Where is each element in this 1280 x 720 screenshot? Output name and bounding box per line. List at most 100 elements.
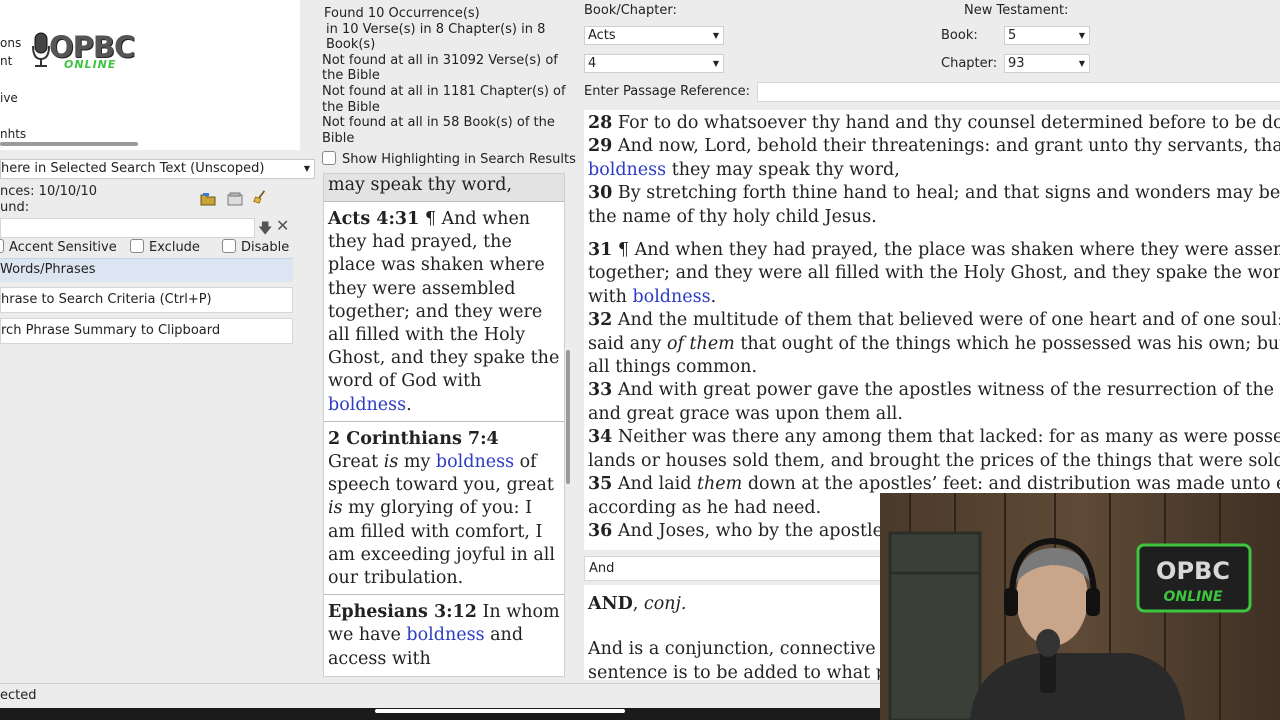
verse-text: they may speak thy word, [666,159,900,180]
result-text: . [406,394,412,415]
verse-line: 29 And now, Lord, behold their threateni… [588,135,1280,158]
search-summary: Found 10 Occurrence(s) in 10 Verse(s) in… [322,6,578,146]
result-text: my [398,452,436,473]
book-select[interactable]: Acts ▼ [584,26,724,45]
verse-text: By stretching forth thine hand to heal; … [617,183,1280,204]
search-phrase-input[interactable] [0,218,255,238]
verse-number[interactable]: 29 [588,136,612,156]
book-chapter-label: Book/Chapter: [584,3,677,18]
verse-number[interactable]: 32 [588,310,612,330]
verse-line: 28 For to do whatsoever thy hand and thy… [588,112,1280,135]
dictionary-headword: AND [588,594,633,614]
dropdown-arrow-icon: ▼ [1078,59,1085,68]
chapter-select[interactable]: 4 ▼ [584,54,724,73]
words-phrases-header[interactable]: Words/Phrases [0,258,293,282]
result-italic: is [383,452,399,473]
verse-text: all things common. [588,357,758,378]
result-item[interactable]: Ephesians 3:12 In whom we have boldness … [324,594,564,675]
verse-italic: of them [666,333,735,354]
verse-text: For to do whatsoever thy hand and thy co… [612,113,1280,133]
result-text: ¶ And when they had prayed, the place wa… [328,209,560,392]
found-label: und: [0,200,30,215]
search-scope-value: here in Selected Search Text (Unscoped) [1,161,265,176]
result-reference[interactable]: Ephesians 3:12 [328,602,477,622]
verse-line: lands or houses sold them, and brought t… [588,450,1280,473]
chapter-number-label: Chapter: [941,56,998,71]
svg-text:OPBC: OPBC [1156,557,1230,585]
summary-line: in 10 Verse(s) in 8 Chapter(s) in 8 Book… [326,21,546,53]
result-reference[interactable]: 2 Corinthians 7:4 [328,429,499,449]
verse-number[interactable]: 28 [588,113,612,133]
save-icon[interactable] [227,192,243,206]
verse-line: 31 ¶ And when they had prayed, the place… [588,239,1280,262]
verse-line: 34 Neither was there any among them that… [588,426,1280,449]
verse-text: that ought of the things which he posses… [740,333,1280,354]
checkbox-box[interactable] [222,239,236,253]
result-reference[interactable]: Acts 4:31 [328,209,419,229]
book-number-select[interactable]: 5 ▼ [1004,26,1090,45]
checkbox-box[interactable] [322,151,336,165]
verse-text: . [710,286,717,307]
option-label[interactable]: ons [0,36,21,50]
svg-text:ONLINE: ONLINE [1163,589,1222,605]
result-item[interactable]: 2 Corinthians 7:4 Great is my boldness of… [324,420,564,594]
taskbar-indicator [375,709,625,713]
search-scope-select[interactable]: here in Selected Search Text (Unscoped) … [0,159,315,179]
verse-number[interactable]: 33 [588,380,612,400]
verse-text: said any [588,333,667,354]
results-scrollbar[interactable] [566,350,570,484]
verse-number[interactable]: 30 [588,183,612,203]
verse-text: according as he had need. [588,497,822,518]
passage-reference-input[interactable] [757,82,1280,102]
verse-text: with [588,286,633,307]
verse-line: with boldness. [588,286,1280,309]
option-label[interactable]: nt [0,54,12,68]
copy-summary-button[interactable]: rch Phrase Summary to Clipboard [0,318,293,344]
verse-line: 33 And with great power gave the apostle… [588,379,1280,402]
verse-line: said any of them that ought of the thing… [588,333,1280,356]
passage-reference-label: Enter Passage Reference: [584,84,750,99]
chapter-select-value: 4 [588,56,597,71]
dropdown-arrow-icon: ▼ [1078,31,1085,40]
horizontal-scrollbar[interactable] [0,142,138,146]
disable-checkbox[interactable]: Disable [222,239,289,255]
verse-line: and great grace was upon them all. [588,403,1280,426]
verse-text: ¶ And when they had prayed, the place wa… [612,240,1280,261]
checkbox-box[interactable] [130,239,144,253]
dictionary-part-of-speech: conj. [643,594,687,614]
result-highlight: boldness [406,625,485,646]
checkbox-box[interactable] [0,239,4,253]
microphone-icon [32,32,50,67]
result-item[interactable]: Acts 4:31 ¶ And when they had prayed, th… [324,201,564,421]
search-results-panel: Found 10 Occurrence(s) in 10 Verse(s) in… [318,0,580,683]
chapter-number-select[interactable]: 93 ▼ [1004,54,1090,73]
verse-text: Neither was there any among them that la… [612,427,1280,448]
clear-broom-icon[interactable] [252,190,268,204]
testament-label: New Testament: [964,3,1069,18]
summary-line: Found 10 Occurrence(s) [324,6,480,21]
exclude-checkbox[interactable]: Exclude [130,239,200,255]
open-folder-icon[interactable] [200,192,216,206]
status-text: ected [0,688,37,703]
option-label[interactable]: ive [0,91,18,105]
webcam-overlay: OPBC ONLINE [880,493,1280,720]
verse-text: together; and they were all filled with … [588,263,1280,284]
add-phrase-button[interactable]: hrase to Search Criteria (Ctrl+P) [0,287,293,313]
bible-text-view[interactable]: 28 For to do whatsoever thy hand and thy… [584,110,1280,550]
verse-line: all things common. [588,356,1280,379]
verse-number[interactable]: 36 [588,521,612,541]
accent-sensitive-checkbox[interactable]: Accent Sensitive [0,239,117,255]
verse-number[interactable]: 31 [588,240,612,260]
option-label[interactable]: nhts [0,127,26,141]
close-icon[interactable]: ✕ [276,216,289,235]
summary-line: Not found at all in 58 Book(s) of the Bi… [322,115,555,146]
book-number-label: Book: [941,28,978,43]
search-results-list[interactable]: may speak thy word, Acts 4:31 ¶ And when… [323,173,565,677]
verse-number[interactable]: 34 [588,427,612,447]
verse-highlight: boldness [632,286,711,307]
show-highlighting-checkbox[interactable]: Show Highlighting in Search Results [322,151,576,167]
result-item[interactable]: may speak thy word, [324,174,564,201]
verse-number[interactable]: 35 [588,474,612,494]
verse-highlight: boldness [588,159,667,180]
result-italic: is [328,498,343,519]
